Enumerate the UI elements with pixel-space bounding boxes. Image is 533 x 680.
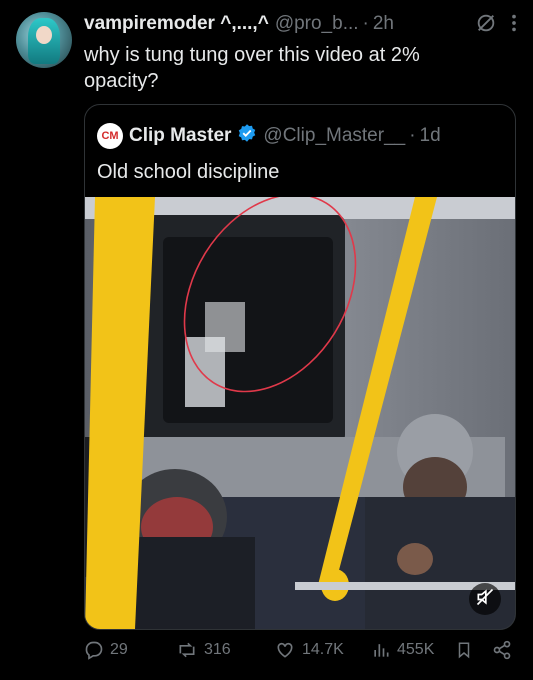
view-count: 455K	[397, 641, 435, 658]
quoted-display-name[interactable]: Clip Master	[129, 125, 231, 147]
avatar[interactable]	[16, 12, 72, 68]
video-player[interactable]	[85, 197, 515, 629]
repost-icon	[176, 640, 198, 660]
header-icons	[475, 12, 519, 40]
reply-icon	[84, 640, 104, 660]
video-frame	[85, 197, 515, 629]
share-icon	[492, 640, 512, 660]
verified-icon	[237, 123, 257, 149]
quoted-header: CM Clip Master @Clip_Master__ · 1d	[97, 123, 441, 149]
display-name[interactable]: vampiremoder ^,...,^	[84, 13, 269, 35]
views-icon	[371, 640, 391, 660]
mute-button[interactable]	[469, 583, 501, 615]
mute-icon	[475, 587, 495, 612]
post-time[interactable]: 2h	[373, 13, 394, 35]
repost-count: 316	[204, 641, 231, 658]
quoted-post[interactable]: CM Clip Master @Clip_Master__ · 1d Old s…	[84, 104, 516, 630]
bookmark-icon	[455, 640, 473, 660]
more-icon[interactable]	[509, 12, 519, 40]
clip-master-logo: CM	[97, 123, 123, 149]
action-bar: 29 316 14.7K 455K	[84, 640, 520, 670]
quoted-time[interactable]: 1d	[420, 125, 441, 147]
separator-dot: ·	[362, 13, 369, 34]
quoted-handle[interactable]: @Clip_Master__	[263, 125, 405, 147]
bookmark-button[interactable]	[455, 640, 473, 660]
views-button[interactable]: 455K	[371, 640, 434, 660]
like-count: 14.7K	[302, 641, 344, 658]
quoted-text: Old school discipline	[97, 161, 280, 183]
like-button[interactable]: 14.7K	[274, 640, 344, 660]
grok-icon[interactable]	[475, 12, 497, 40]
reply-button[interactable]: 29	[84, 640, 128, 660]
user-handle[interactable]: @pro_b...	[275, 13, 359, 35]
like-icon	[274, 640, 296, 660]
logo-text: CM	[101, 130, 119, 142]
post-header: vampiremoder ^,...,^ @pro_b... · 2h	[84, 12, 519, 36]
quoted-separator: ·	[409, 125, 416, 146]
reply-count: 29	[110, 641, 128, 658]
share-button[interactable]	[492, 640, 512, 660]
repost-button[interactable]: 316	[176, 640, 231, 660]
post-text: why is tung tung over this video at 2% o…	[84, 44, 420, 92]
avatar-face	[36, 26, 52, 44]
